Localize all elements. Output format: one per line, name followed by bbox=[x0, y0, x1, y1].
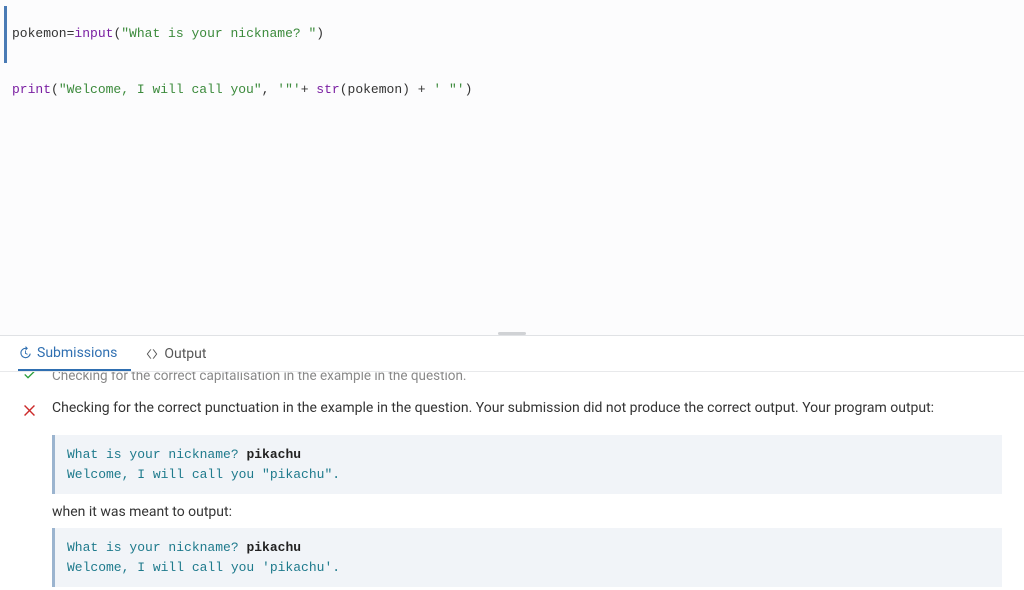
token-paren: ) bbox=[402, 82, 418, 97]
pane-resize-handle[interactable] bbox=[0, 332, 1024, 336]
result-row-prev: Checking for the correct capitalisation … bbox=[22, 372, 1002, 396]
token-variable: pokemon bbox=[12, 26, 67, 41]
token-variable: pokemon bbox=[348, 82, 403, 97]
code-editor[interactable]: pokemon=input("What is your nickname? ")… bbox=[0, 0, 1024, 332]
token-operator: + bbox=[301, 82, 317, 97]
token-builtin: str bbox=[316, 82, 339, 97]
code-line-2: print("Welcome, I will call you", '"'+ s… bbox=[12, 63, 1016, 120]
output-line: Welcome, I will call you "pikachu". bbox=[67, 467, 340, 482]
result-row-fail: Checking for the correct punctuation in … bbox=[22, 396, 1002, 427]
prev-result-text: Checking for the correct capitalisation … bbox=[52, 372, 1002, 384]
cross-icon bbox=[22, 400, 40, 423]
actual-output-block: What is your nickname? pikachu Welcome, … bbox=[52, 435, 1002, 494]
token-operator: + bbox=[418, 82, 434, 97]
token-comma: , bbox=[262, 82, 278, 97]
tab-output[interactable]: Output bbox=[145, 338, 220, 370]
token-builtin: print bbox=[12, 82, 51, 97]
token-string: "What is your nickname? " bbox=[121, 26, 316, 41]
token-paren: ) bbox=[465, 82, 473, 97]
output-line: What is your nickname? bbox=[67, 540, 246, 555]
token-string: "Welcome, I will call you" bbox=[59, 82, 262, 97]
output-input: pikachu bbox=[246, 540, 301, 555]
tab-output-label: Output bbox=[164, 346, 206, 362]
expected-caption: when it was meant to output: bbox=[52, 504, 1002, 520]
check-icon bbox=[22, 372, 40, 386]
code-line-1: pokemon=input("What is your nickname? ") bbox=[4, 6, 1016, 63]
resize-grip-icon bbox=[498, 332, 526, 335]
token-string: ' "' bbox=[433, 82, 464, 97]
output-line: What is your nickname? bbox=[67, 447, 246, 462]
tab-submissions[interactable]: Submissions bbox=[18, 337, 131, 371]
token-builtin: input bbox=[74, 26, 113, 41]
token-string: '"' bbox=[277, 82, 300, 97]
fail-result-text: Checking for the correct punctuation in … bbox=[52, 400, 1002, 416]
tab-submissions-label: Submissions bbox=[37, 345, 117, 361]
tabs-bar: Submissions Output bbox=[0, 336, 1024, 372]
results-pane[interactable]: Checking for the correct capitalisation … bbox=[0, 372, 1024, 590]
code-brackets-icon bbox=[145, 347, 159, 361]
expected-output-block: What is your nickname? pikachu Welcome, … bbox=[52, 528, 1002, 587]
output-line: Welcome, I will call you 'pikachu'. bbox=[67, 560, 340, 575]
history-icon bbox=[18, 346, 32, 360]
token-paren: ) bbox=[316, 26, 324, 41]
token-paren: ( bbox=[51, 82, 59, 97]
token-paren: ( bbox=[340, 82, 348, 97]
output-input: pikachu bbox=[246, 447, 301, 462]
